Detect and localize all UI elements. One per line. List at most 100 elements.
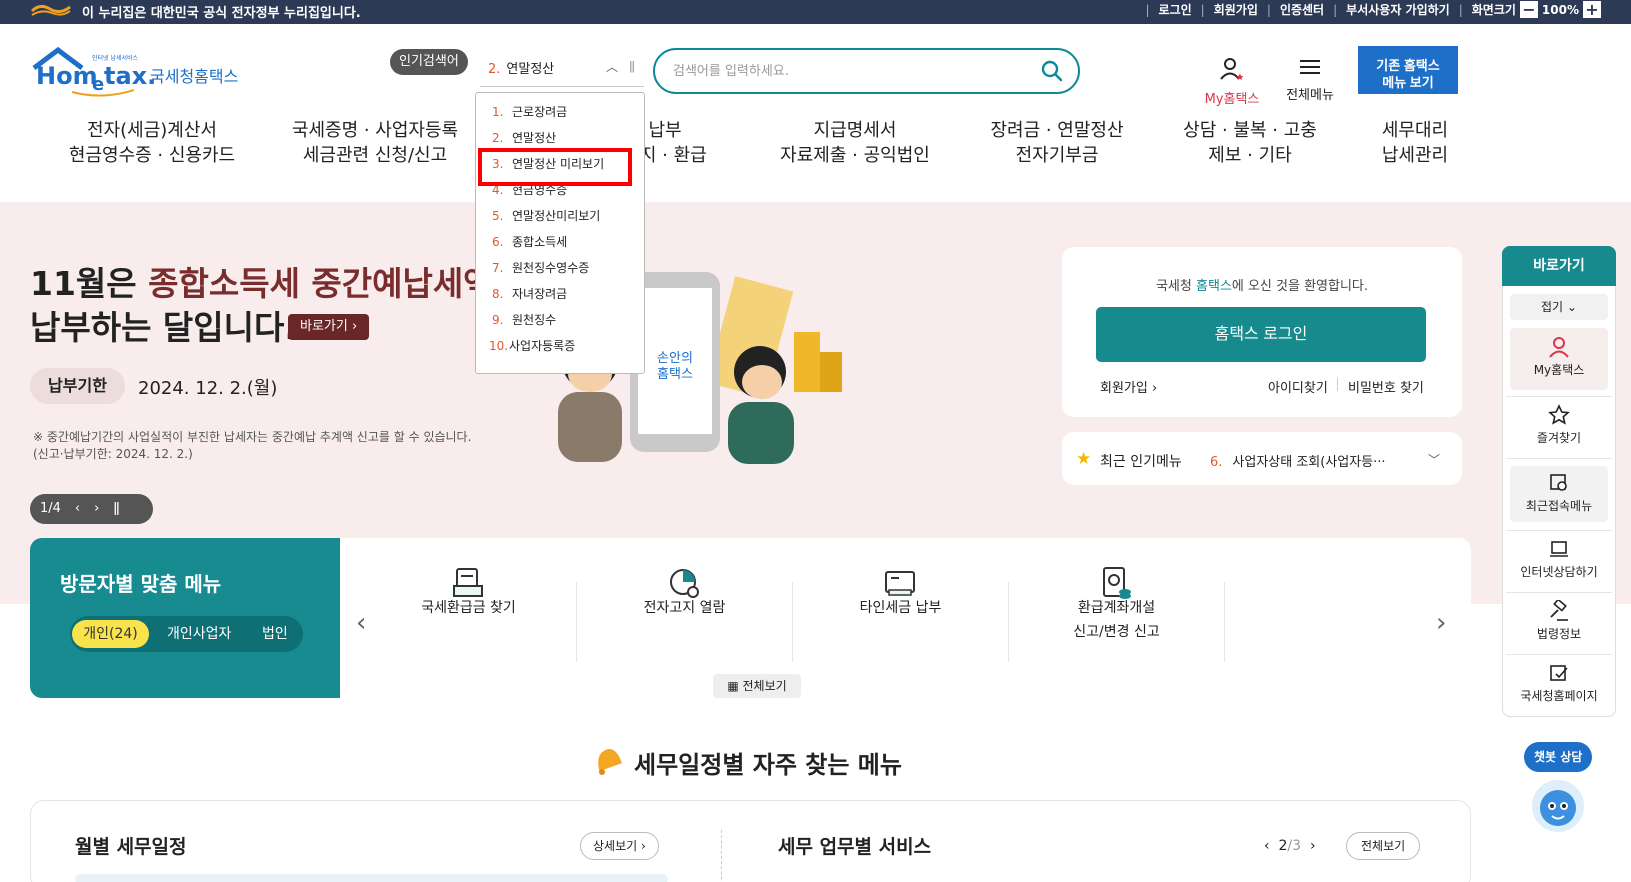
gov-banner-text: 이 누리집은 대한민국 공식 전자정부 누리집입니다.: [82, 6, 361, 21]
page-total: 3: [1292, 838, 1302, 854]
rank: 6.: [492, 235, 504, 249]
refund-document-icon: [453, 568, 483, 597]
quick-e-notice[interactable]: 전자고지 열람: [577, 596, 792, 620]
chevron-left-icon[interactable]: ‹: [75, 501, 80, 516]
svg-text:국세청홈택스: 국세청홈택스: [150, 67, 238, 86]
chevron-right-icon[interactable]: ›: [1436, 608, 1446, 638]
rank: 2.: [492, 131, 504, 145]
recent-popular-item[interactable]: 6. 사업자상태 조회(사업자등···: [1210, 451, 1386, 470]
pause-icon[interactable]: ǁ: [113, 501, 119, 516]
quick-nav-fold-button[interactable]: 접기 ⌄: [1510, 294, 1608, 320]
svg-text:홈택스: 홈택스: [657, 367, 693, 382]
my-hometax-button[interactable]: My홈택스: [1199, 56, 1265, 107]
quick-nav-label: 인터넷상담하기: [1520, 565, 1598, 579]
refund-account-icon: [1103, 567, 1131, 599]
third-party-payment-icon: [885, 571, 915, 596]
rank: 10.: [489, 339, 509, 353]
gnb-tax-agent[interactable]: 세무대리 납세관리: [1365, 118, 1465, 168]
quick-refund-account[interactable]: 환급계좌개설 신고/변경 신고: [1009, 596, 1224, 644]
tab-corporation[interactable]: 법인: [262, 620, 288, 648]
hometax-login-button[interactable]: 홈택스 로그인: [1096, 307, 1426, 362]
service-by-task-title: 세무 업무별 서비스: [778, 836, 932, 858]
rank: 1.: [492, 105, 504, 119]
chevron-right-icon[interactable]: ›: [1301, 838, 1316, 854]
gnb-certificate[interactable]: 국세증명 · 사업자등록 세금관련 신청/신고: [275, 118, 475, 168]
recent-search-icon: [1550, 474, 1567, 491]
all-view-button[interactable]: 전체보기: [1346, 832, 1421, 860]
popular-item-8[interactable]: 8. 자녀장려금: [492, 285, 567, 302]
popular-item-5[interactable]: 5. 연말정산미리보기: [492, 207, 600, 224]
all-menu-label: 전체메뉴: [1286, 88, 1334, 103]
classic-menu-button[interactable]: 기존 홈택스 메뉴 보기: [1358, 46, 1458, 94]
gnb-consulting[interactable]: 상담 · 불복 · 고충 제보 · 기타: [1170, 118, 1330, 168]
hero-go-button[interactable]: 바로가기 ›: [288, 314, 370, 340]
hero-note: ※ 중간예납기간의 사업실적이 부진한 납세자는 중간예납 추계액 신고를 할 …: [33, 430, 472, 461]
quick-nav-recent-menu[interactable]: 최근접속메뉴: [1502, 472, 1616, 514]
star-icon: ★: [1076, 449, 1092, 469]
find-id-link[interactable]: 아이디찾기: [1268, 377, 1328, 396]
popular-search-current[interactable]: 2. 연말정산: [488, 58, 554, 77]
cert-center-link[interactable]: 인증센터: [1280, 1, 1324, 18]
rank: 9.: [492, 313, 504, 327]
divider: [480, 86, 644, 87]
popular-item-7[interactable]: 7. 원천징수영수증: [492, 259, 589, 276]
detail-view-button[interactable]: 상세보기 ›: [580, 832, 659, 860]
welcome-highlight: 홈택스: [1195, 279, 1232, 294]
gnb-statement[interactable]: 지급명세서 자료제출 · 공익법인: [765, 118, 945, 168]
popular-item-10[interactable]: 10.사업자등록증: [489, 337, 575, 354]
chevron-left-icon[interactable]: ‹: [1264, 838, 1279, 854]
quick-refund[interactable]: 국세환급금 찾기: [361, 596, 576, 620]
quick-nav-nts-homepage[interactable]: 국세청홈페이지: [1502, 662, 1616, 704]
recent-popular-label: 최근 인기메뉴: [1100, 454, 1182, 470]
chatbot-mascot-icon[interactable]: [1530, 778, 1586, 834]
zoom-out-button[interactable]: −: [1519, 1, 1538, 18]
divider: [721, 830, 722, 882]
chevron-right-icon[interactable]: ›: [94, 501, 99, 516]
gov-symbol-icon: [30, 4, 71, 16]
find-password-link[interactable]: 비밀번호 찾기: [1348, 377, 1424, 396]
svg-text:인터넷 납세서비스: 인터넷 납세서비스: [92, 54, 139, 62]
popular-current-keyword: 연말정산: [506, 62, 555, 77]
dept-signup-link[interactable]: 부서사용자 가입하기: [1346, 1, 1450, 18]
quick-third-party-payment[interactable]: 타인세금 납부: [793, 596, 1008, 620]
search-box: [653, 48, 1080, 94]
popular-item-2[interactable]: 2. 연말정산: [492, 129, 556, 146]
chevron-up-icon[interactable]: ︿: [606, 58, 618, 75]
user-icon: [1549, 337, 1569, 358]
zoom-in-button[interactable]: +: [1583, 1, 1601, 18]
chatbot-button[interactable]: 챗봇 상담: [1524, 742, 1593, 772]
tab-sole-proprietor[interactable]: 개인사업자: [167, 620, 231, 648]
tab-personal[interactable]: 개인(24): [72, 620, 149, 648]
popular-item-1[interactable]: 1. 근로장려금: [492, 103, 567, 120]
popular-item-6[interactable]: 6. 종합소득세: [492, 233, 567, 250]
divider: [1506, 654, 1612, 655]
schedule-bar: [75, 874, 668, 882]
pause-icon[interactable]: ǀǀ: [629, 59, 635, 73]
popular-item-9[interactable]: 9. 원천징수: [492, 311, 556, 328]
svg-text:tax.: tax.: [104, 62, 156, 90]
quick-nav-favorites[interactable]: 즐겨찾기: [1502, 404, 1616, 446]
chevron-down-icon[interactable]: ﹀: [1428, 451, 1440, 468]
search-icon[interactable]: [1040, 59, 1064, 83]
rank: 5.: [492, 209, 504, 223]
quick-all-view-button[interactable]: ▦ 전체보기: [713, 674, 801, 698]
hometax-logo[interactable]: 인터넷 납세서비스 Hom e tax. 국세청홈택스: [32, 46, 247, 100]
gnb-e-invoice[interactable]: 전자(세금)계산서 현금영수증 · 신용카드: [52, 118, 252, 168]
divider: [1506, 396, 1612, 397]
welcome-text: 국세청 홈택스에 오신 것을 환영합니다.: [1062, 275, 1462, 294]
quick-nav-online-consult[interactable]: 인터넷상담하기: [1502, 538, 1616, 580]
signup-link[interactable]: 회원가입 ›: [1100, 377, 1157, 396]
signup-link[interactable]: 회원가입: [1214, 1, 1258, 18]
login-link[interactable]: 로그인: [1159, 1, 1192, 18]
divider: [1224, 582, 1225, 662]
search-input[interactable]: [673, 60, 1023, 82]
quick-nav-label: 최근접속메뉴: [1525, 499, 1593, 513]
keyword: 사업자상태 조회(사업자등···: [1232, 455, 1386, 470]
gnb-incentive[interactable]: 장려금 · 연말정산 전자기부금: [972, 118, 1142, 168]
slide-counter: 1/4: [40, 501, 61, 516]
quick-nav-my-hometax[interactable]: My홈택스: [1502, 336, 1616, 378]
keyword: 근로장려금: [512, 105, 568, 119]
svg-text:Hom: Hom: [36, 62, 98, 90]
quick-nav-law-info[interactable]: 법령정보: [1502, 600, 1616, 642]
all-menu-button[interactable]: 전체메뉴: [1282, 56, 1338, 103]
